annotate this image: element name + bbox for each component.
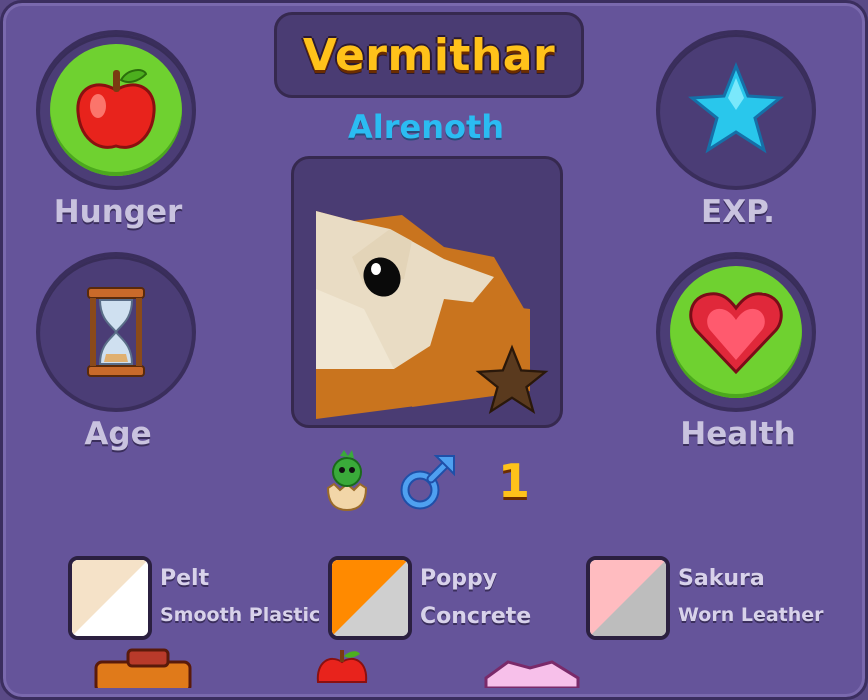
gem-item-icon[interactable]: [478, 648, 588, 688]
swatch-name: Poppy: [420, 566, 498, 591]
male-symbol-icon: [400, 455, 455, 510]
health-label: Health: [680, 416, 796, 452]
apple-item-icon[interactable]: [312, 648, 372, 688]
color-swatch-pelt[interactable]: [68, 556, 152, 640]
pet-name-banner: Vermithar: [274, 12, 584, 98]
pet-portrait: [291, 156, 563, 428]
swatch-material: Concrete: [420, 604, 532, 629]
pet-name: Vermithar: [302, 29, 556, 81]
exp-label: EXP.: [701, 194, 775, 230]
apple-icon: [76, 69, 156, 149]
hunger-stat[interactable]: [36, 30, 196, 190]
age-stat[interactable]: [36, 252, 196, 412]
swatch-name: Sakura: [678, 566, 765, 591]
color-swatch-sakura[interactable]: [586, 556, 670, 640]
pet-level: 1: [498, 454, 531, 508]
swatch-preview: [332, 560, 408, 636]
age-label: Age: [84, 416, 152, 452]
exp-stat[interactable]: [656, 30, 816, 190]
health-stat[interactable]: [656, 252, 816, 412]
hatchling-egg-icon: [326, 450, 368, 512]
rarity-star-icon: [475, 344, 549, 414]
swatch-preview: [72, 560, 148, 636]
star-icon: [688, 61, 784, 154]
pet-species: Alrenoth: [347, 108, 505, 146]
color-swatch-poppy[interactable]: [328, 556, 412, 640]
hunger-label: Hunger: [53, 194, 183, 230]
swatch-material: Smooth Plastic: [160, 604, 321, 626]
swatch-material: Worn Leather: [678, 604, 824, 626]
swatch-preview: [590, 560, 666, 636]
heart-icon: [689, 292, 783, 375]
hourglass-icon: [87, 287, 145, 377]
swatch-name: Pelt: [160, 566, 210, 591]
crate-icon[interactable]: [88, 648, 198, 688]
